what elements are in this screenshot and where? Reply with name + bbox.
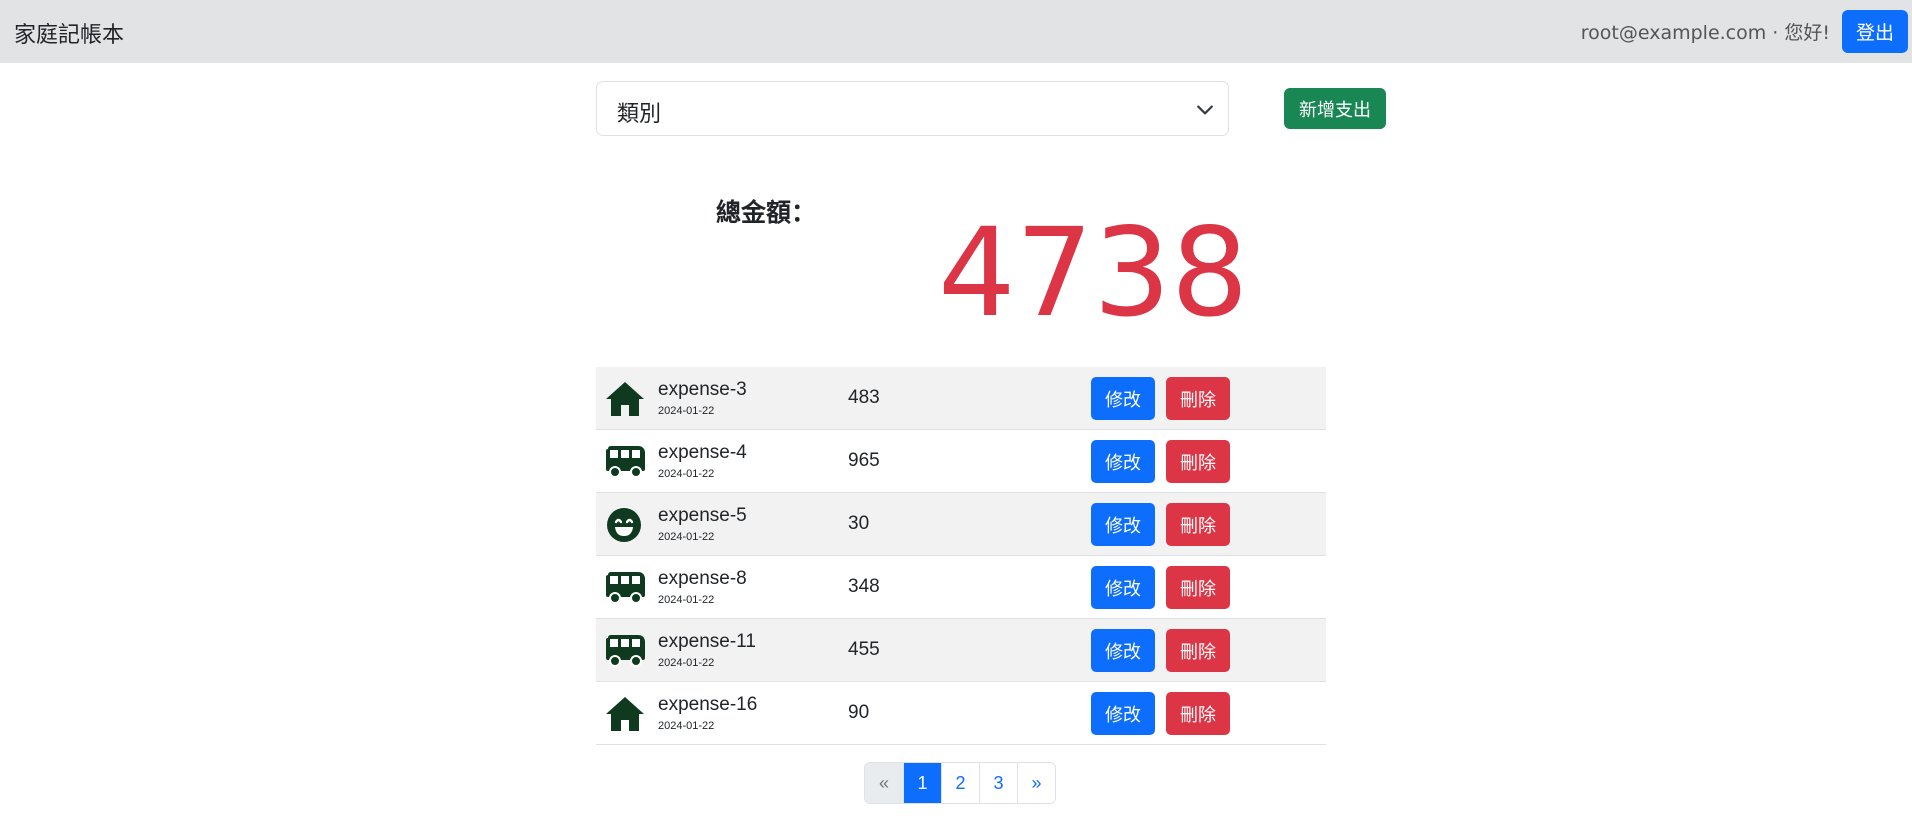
total-label: 總金額：: [716, 198, 817, 227]
house-icon: [604, 380, 646, 418]
user-greeting: root@example.com · 您好!: [1580, 22, 1830, 44]
expense-amount: 455: [848, 639, 880, 660]
expense-name: expense-5: [658, 505, 747, 526]
app-brand[interactable]: 家庭記帳本: [14, 17, 124, 49]
table-row: expense-11 2024-01-22 455 修改 刪除: [596, 619, 1326, 682]
delete-button[interactable]: 刪除: [1166, 566, 1230, 609]
edit-button[interactable]: 修改: [1091, 566, 1155, 609]
expense-name: expense-3: [658, 379, 747, 400]
bus-icon: [604, 443, 646, 481]
smile-icon: [604, 506, 646, 544]
pagination-next[interactable]: »: [1017, 763, 1055, 803]
expense-date: 2024-01-22: [658, 468, 715, 480]
expense-date: 2024-01-22: [658, 594, 715, 606]
edit-button[interactable]: 修改: [1091, 692, 1155, 735]
expense-name: expense-8: [658, 568, 747, 589]
bus-icon: [604, 632, 646, 670]
delete-button[interactable]: 刪除: [1166, 692, 1230, 735]
delete-button[interactable]: 刪除: [1166, 440, 1230, 483]
delete-button[interactable]: 刪除: [1166, 503, 1230, 546]
category-select-value: 類別: [617, 102, 662, 127]
delete-button[interactable]: 刪除: [1166, 629, 1230, 672]
table-row: expense-3 2024-01-22 483 修改 刪除: [596, 367, 1326, 430]
delete-button[interactable]: 刪除: [1166, 377, 1230, 420]
expense-name: expense-16: [658, 694, 758, 715]
expense-date: 2024-01-22: [658, 405, 715, 417]
edit-button[interactable]: 修改: [1091, 440, 1155, 483]
pagination-prev[interactable]: «: [865, 763, 903, 803]
expense-date: 2024-01-22: [658, 720, 715, 732]
pagination-page-3[interactable]: 3: [979, 763, 1017, 803]
nav-user-area: root@example.com · 您好! 登出: [1581, 10, 1908, 53]
pagination-page-1[interactable]: 1: [903, 763, 941, 803]
table-row: expense-4 2024-01-22 965 修改 刪除: [596, 430, 1326, 493]
total-amount: 4738: [938, 202, 1249, 344]
category-select[interactable]: 類別: [596, 81, 1229, 136]
expense-amount: 965: [848, 450, 880, 471]
expense-date: 2024-01-22: [658, 657, 715, 669]
expense-amount: 30: [848, 513, 870, 534]
expense-name: expense-11: [658, 631, 756, 652]
house-icon: [604, 695, 646, 733]
expense-amount: 348: [848, 576, 880, 597]
edit-button[interactable]: 修改: [1091, 629, 1155, 672]
expense-table: expense-3 2024-01-22 483 修改 刪除 expense-4…: [596, 367, 1326, 745]
pagination: «1 2 3»: [864, 762, 1056, 804]
edit-button[interactable]: 修改: [1091, 377, 1155, 420]
pagination-page-2[interactable]: 2: [941, 763, 979, 803]
navbar: 家庭記帳本 root@example.com · 您好! 登出: [0, 0, 1912, 63]
table-row: expense-5 2024-01-22 30 修改 刪除: [596, 493, 1326, 556]
expense-date: 2024-01-22: [658, 531, 715, 543]
edit-button[interactable]: 修改: [1091, 503, 1155, 546]
add-expense-button[interactable]: 新增支出: [1284, 88, 1386, 129]
expense-amount: 90: [848, 702, 870, 723]
logout-button[interactable]: 登出: [1842, 10, 1908, 53]
expense-name: expense-4: [658, 442, 747, 463]
chevron-down-icon: [1197, 105, 1213, 115]
table-row: expense-8 2024-01-22 348 修改 刪除: [596, 556, 1326, 619]
expense-amount: 483: [848, 387, 880, 408]
bus-icon: [604, 569, 646, 607]
table-row: expense-16 2024-01-22 90 修改 刪除: [596, 682, 1326, 745]
